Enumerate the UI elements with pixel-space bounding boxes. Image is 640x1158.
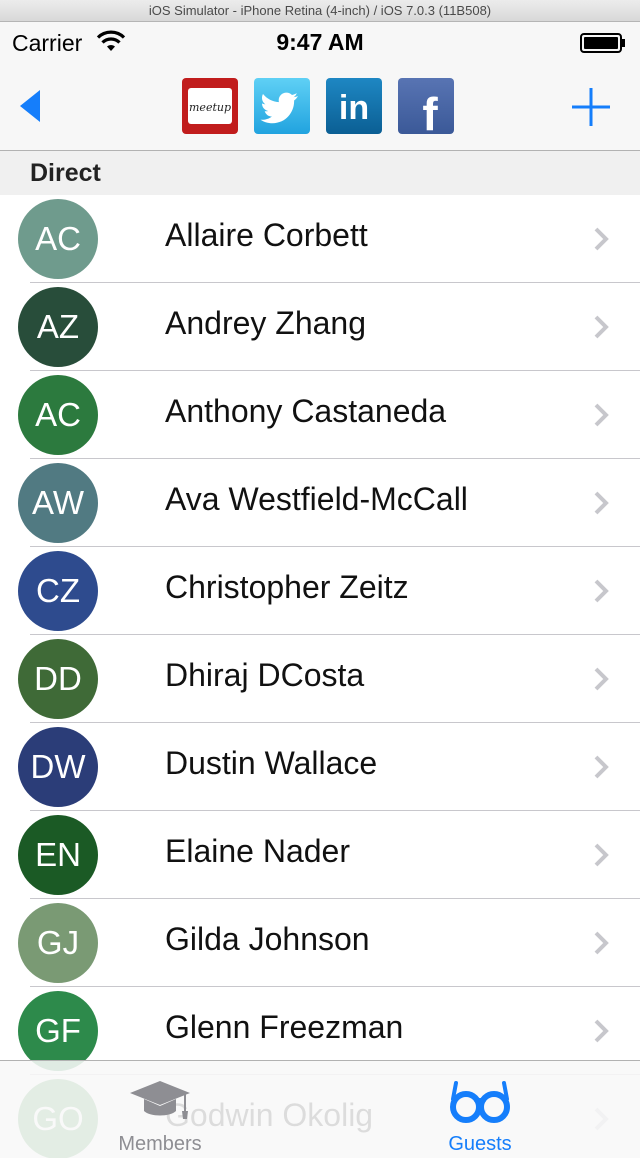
facebook-button[interactable]: f bbox=[398, 78, 454, 134]
facebook-logo-text: f bbox=[422, 88, 438, 134]
back-arrow-icon[interactable] bbox=[14, 86, 48, 126]
tab-members[interactable]: Members bbox=[0, 1061, 320, 1158]
contact-row[interactable]: CZ Christopher Zeitz bbox=[0, 547, 640, 635]
contact-name: Andrey Zhang bbox=[165, 305, 367, 341]
avatar: CZ bbox=[18, 551, 98, 631]
contact-name: Dustin Wallace bbox=[165, 745, 378, 781]
tab-bar: Members Guests bbox=[0, 1060, 640, 1158]
section-title: Direct bbox=[30, 159, 101, 187]
linkedin-logo-text: in bbox=[339, 89, 369, 127]
twitter-button[interactable] bbox=[254, 78, 310, 134]
contact-list: AC Allaire Corbett AZ Andrey Zhang AC Anthony… bbox=[0, 195, 640, 1158]
chevron-right-icon bbox=[594, 315, 609, 339]
contact-row[interactable]: AC Anthony Castaneda bbox=[0, 371, 640, 459]
contact-name: Ava Westfield-McCall bbox=[165, 481, 468, 517]
chevron-right-icon bbox=[594, 491, 609, 515]
contact-name: Allaire Corbett bbox=[165, 217, 368, 253]
meetup-logo-text: meetup bbox=[189, 101, 231, 114]
glasses-icon bbox=[450, 1081, 510, 1123]
chevron-right-icon bbox=[594, 1019, 609, 1043]
avatar: DD bbox=[18, 639, 98, 719]
meetup-icon: meetup bbox=[188, 88, 232, 124]
navigation-bar: meetup in f bbox=[0, 62, 640, 151]
linkedin-icon: in bbox=[339, 89, 369, 127]
contact-name: Anthony Castaneda bbox=[165, 393, 447, 429]
contact-row[interactable]: DW Dustin Wallace bbox=[0, 723, 640, 811]
avatar: EN bbox=[18, 815, 98, 895]
avatar: AC bbox=[18, 375, 98, 455]
avatar: DW bbox=[18, 727, 98, 807]
contact-row[interactable]: AZ Andrey Zhang bbox=[0, 283, 640, 371]
tab-guests-label: Guests bbox=[448, 1133, 512, 1155]
tab-guests[interactable]: Guests bbox=[320, 1061, 640, 1158]
chevron-right-icon bbox=[594, 403, 609, 427]
contact-name: Elaine Nader bbox=[165, 833, 350, 869]
avatar: GF bbox=[18, 991, 98, 1071]
contact-name: Gilda Johnson bbox=[165, 921, 370, 957]
meetup-button[interactable]: meetup bbox=[182, 78, 238, 134]
avatar: AW bbox=[18, 463, 98, 543]
status-bar: Carrier 9:47 AM bbox=[0, 22, 640, 62]
contact-row[interactable]: GJ Gilda Johnson bbox=[0, 899, 640, 987]
simulator-window-title: iOS Simulator - iPhone Retina (4-inch) /… bbox=[0, 0, 640, 22]
linkedin-button[interactable]: in bbox=[326, 78, 382, 134]
contact-name: Christopher Zeitz bbox=[165, 569, 409, 605]
chevron-right-icon bbox=[594, 843, 609, 867]
section-header: Direct bbox=[0, 151, 640, 195]
contact-row[interactable]: DD Dhiraj DCosta bbox=[0, 635, 640, 723]
graduation-cap-icon bbox=[130, 1081, 190, 1119]
contact-name: Dhiraj DCosta bbox=[165, 657, 365, 693]
contact-row[interactable]: AC Allaire Corbett bbox=[0, 195, 640, 283]
contact-name: Glenn Freezman bbox=[165, 1009, 404, 1045]
status-time: 9:47 AM bbox=[276, 29, 364, 55]
contact-row[interactable]: EN Elaine Nader bbox=[0, 811, 640, 899]
tab-members-label: Members bbox=[118, 1133, 202, 1155]
contact-row[interactable]: AW Ava Westfield-McCall bbox=[0, 459, 640, 547]
plus-icon[interactable] bbox=[570, 86, 612, 128]
chevron-right-icon bbox=[594, 931, 609, 955]
chevron-right-icon bbox=[594, 667, 609, 691]
chevron-right-icon bbox=[594, 755, 609, 779]
avatar: GJ bbox=[18, 903, 98, 983]
twitter-icon bbox=[260, 92, 298, 124]
avatar: AC bbox=[18, 199, 98, 279]
chevron-right-icon bbox=[594, 227, 609, 251]
avatar: AZ bbox=[18, 287, 98, 367]
battery-icon bbox=[580, 33, 625, 53]
chevron-right-icon bbox=[594, 579, 609, 603]
facebook-icon: f bbox=[422, 88, 438, 134]
